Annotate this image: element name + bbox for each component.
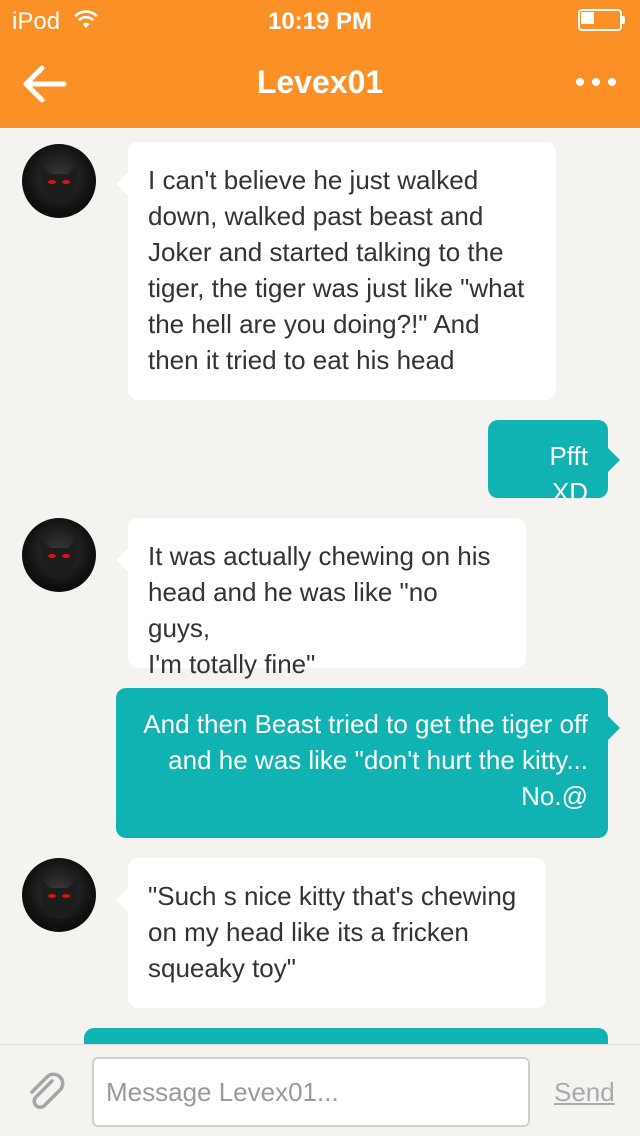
message-text: "Such s nice kitty that's chewing on my …	[148, 881, 517, 983]
more-options-button[interactable]	[574, 70, 618, 94]
status-time: 10:19 PM	[267, 8, 373, 35]
message-text: And then Beast tried to get the tiger of…	[143, 709, 588, 811]
avatar[interactable]	[22, 858, 96, 932]
status-bar: iPod 10:19 PM	[0, 0, 640, 40]
avatar[interactable]	[22, 144, 96, 218]
battery-fill	[581, 12, 594, 24]
paperclip-icon	[30, 1072, 65, 1109]
message-input[interactable]	[92, 1057, 530, 1127]
composer-bar: Send	[0, 1044, 640, 1136]
message-bubble-outgoing[interactable]	[84, 1028, 608, 1044]
wolf-avatar-icon	[40, 538, 78, 578]
message-text: Pfft XD	[549, 441, 588, 507]
ellipsis-icon	[576, 78, 616, 86]
message-bubble-incoming[interactable]: I can't believe he just walked down, wal…	[116, 142, 556, 400]
message-text: It was actually chewing on his head and …	[148, 541, 491, 679]
conversation-title: Levex01	[256, 64, 384, 100]
message-bubble-incoming[interactable]: "Such s nice kitty that's chewing on my …	[116, 858, 546, 1008]
nav-bar: Levex01	[0, 40, 640, 128]
message-thread[interactable]: I can't believe he just walked down, wal…	[0, 128, 640, 1044]
message-bubble-outgoing[interactable]: And then Beast tried to get the tiger of…	[116, 688, 620, 838]
attach-button[interactable]	[24, 1069, 68, 1113]
wolf-avatar-icon	[40, 878, 78, 918]
message-bubble-incoming[interactable]: It was actually chewing on his head and …	[116, 518, 526, 679]
send-button[interactable]: Send	[554, 1077, 615, 1108]
avatar[interactable]	[22, 518, 96, 592]
battery-icon	[578, 9, 626, 31]
message-text: I can't believe he just walked down, wal…	[148, 165, 525, 375]
wolf-avatar-icon	[40, 164, 78, 204]
message-bubble-outgoing[interactable]: Pfft XD	[488, 420, 620, 507]
app-header: iPod 10:19 PM Levex01	[0, 0, 640, 128]
